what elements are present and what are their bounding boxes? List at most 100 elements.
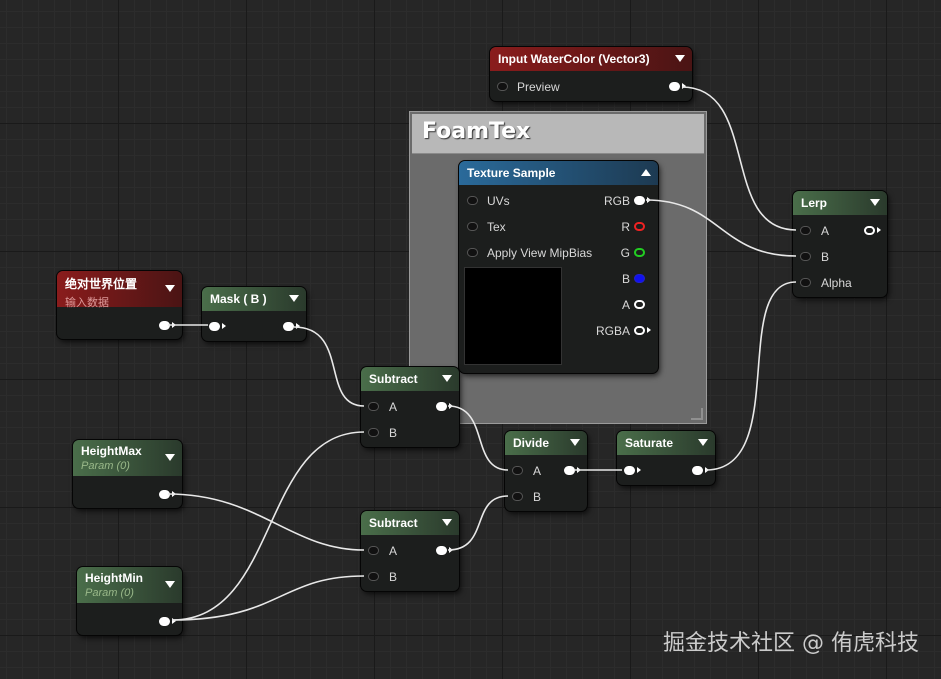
input-pin-a[interactable] [368, 402, 379, 411]
output-pin[interactable] [283, 322, 294, 331]
collapse-arrow-icon[interactable] [165, 454, 175, 461]
output-pin[interactable] [159, 490, 170, 499]
node-mask[interactable]: Mask ( B ) [202, 287, 306, 341]
input-pin[interactable] [497, 82, 508, 91]
output-pin[interactable] [159, 321, 170, 330]
node-absolute-world-position[interactable]: 绝对世界位置 输入数据 [57, 271, 182, 339]
input-pin-b[interactable] [368, 572, 379, 581]
output-arrow-icon [449, 547, 453, 553]
node-title: HeightMin [85, 571, 143, 585]
input-pin-a[interactable] [512, 466, 523, 475]
node-header[interactable]: HeightMin Param (0) [77, 567, 182, 603]
node-title: Divide [513, 436, 550, 450]
node-saturate[interactable]: Saturate [617, 431, 715, 485]
wire-heightmax-to-subtract2-a [167, 493, 365, 551]
node-title: Input WaterColor (Vector3) [498, 52, 650, 66]
collapse-arrow-icon[interactable] [698, 439, 708, 446]
output-pin-b[interactable] [634, 274, 645, 283]
pin-label-b: B [389, 426, 398, 440]
node-title: HeightMax [81, 444, 142, 458]
collapse-arrow-icon[interactable] [442, 375, 452, 382]
output-pin[interactable] [436, 402, 447, 411]
node-subtract-top[interactable]: Subtract A B [361, 367, 459, 447]
collapse-arrow-icon[interactable] [165, 285, 175, 292]
output-pin-rgba[interactable] [634, 326, 645, 335]
input-pin-uvs[interactable] [467, 196, 478, 205]
texture-preview-thumbnail [464, 267, 562, 365]
output-pin-rgb[interactable] [634, 196, 645, 205]
node-header[interactable]: Input WaterColor (Vector3) [490, 47, 692, 71]
input-pin-a[interactable] [368, 546, 379, 555]
input-pin-b[interactable] [512, 492, 523, 501]
pin-label-rgba: RGBA [595, 324, 630, 338]
output-pin-a[interactable] [634, 300, 645, 309]
output-pin-r[interactable] [634, 222, 645, 231]
collapse-arrow-icon[interactable] [870, 199, 880, 206]
pin-label-b: B [821, 250, 830, 264]
node-height-max[interactable]: HeightMax Param (0) [73, 440, 182, 508]
node-title: Texture Sample [467, 166, 556, 180]
pin-label-b: B [621, 272, 630, 286]
output-arrow-icon [647, 197, 651, 203]
pin-label-a: A [621, 298, 630, 312]
node-title: Subtract [369, 516, 418, 530]
input-pin-mipbias[interactable] [467, 248, 478, 257]
collapse-arrow-icon[interactable] [442, 519, 452, 526]
node-divide[interactable]: Divide A B [505, 431, 587, 511]
input-pin[interactable] [624, 466, 635, 475]
wire-saturate-to-lerp-alpha [705, 281, 797, 471]
collapse-arrow-icon[interactable] [641, 169, 651, 176]
node-subtitle: Param (0) [81, 460, 130, 472]
node-lerp[interactable]: Lerp A B Alpha [793, 191, 887, 297]
output-arrow-icon [705, 467, 709, 473]
node-header[interactable]: Divide [505, 431, 587, 455]
input-pin[interactable] [209, 322, 220, 331]
collapse-arrow-icon[interactable] [570, 439, 580, 446]
wire-heightmin-to-subtract-b [171, 431, 365, 621]
node-header[interactable]: Texture Sample [459, 161, 658, 185]
node-input-watercolor[interactable]: Input WaterColor (Vector3) Preview [490, 47, 692, 101]
node-header[interactable]: HeightMax Param (0) [73, 440, 182, 476]
pin-label-alpha: Alpha [821, 276, 852, 290]
pin-label-rgb: RGB [603, 194, 630, 208]
output-arrow-icon [172, 491, 176, 497]
collapse-arrow-icon[interactable] [165, 581, 175, 588]
node-header[interactable]: Mask ( B ) [202, 287, 306, 311]
comment-title[interactable]: FoamTex [412, 114, 704, 154]
output-arrow-icon [682, 83, 686, 89]
node-title: Lerp [801, 196, 828, 210]
pin-label-tex: Tex [487, 220, 506, 234]
node-header[interactable]: Saturate [617, 431, 715, 455]
node-header[interactable]: Subtract [361, 511, 459, 535]
output-pin[interactable] [564, 466, 575, 475]
node-header[interactable]: 绝对世界位置 输入数据 [57, 271, 182, 309]
output-pin-preview[interactable] [669, 82, 680, 91]
input-pin-alpha[interactable] [800, 278, 811, 287]
pin-label-a: A [533, 464, 542, 478]
input-pin-b[interactable] [368, 428, 379, 437]
collapse-arrow-icon[interactable] [675, 55, 685, 62]
node-texture-sample[interactable]: Texture Sample UVs Tex Apply View MipBia… [459, 161, 658, 373]
collapse-arrow-icon[interactable] [289, 295, 299, 302]
watermark-text: 掘金技术社区 @ 侑虎科技 [663, 631, 919, 656]
pin-label-b: B [533, 490, 542, 504]
output-pin[interactable] [864, 226, 875, 235]
node-subtract-bottom[interactable]: Subtract A B [361, 511, 459, 591]
input-pin-a[interactable] [800, 226, 811, 235]
output-arrow-icon [296, 323, 300, 329]
output-arrow-icon [877, 227, 881, 233]
output-pin[interactable] [692, 466, 703, 475]
output-pin-g[interactable] [634, 248, 645, 257]
pin-label-preview: Preview [517, 80, 560, 94]
node-header[interactable]: Subtract [361, 367, 459, 391]
resize-handle[interactable] [691, 408, 703, 420]
node-height-min[interactable]: HeightMin Param (0) [77, 567, 182, 635]
output-pin[interactable] [436, 546, 447, 555]
node-header[interactable]: Lerp [793, 191, 887, 215]
pin-label-a: A [389, 400, 398, 414]
input-pin-tex[interactable] [467, 222, 478, 231]
input-pin-b[interactable] [800, 252, 811, 261]
pin-label-a: A [821, 224, 830, 238]
output-pin[interactable] [159, 617, 170, 626]
pin-label-r: R [621, 220, 630, 234]
